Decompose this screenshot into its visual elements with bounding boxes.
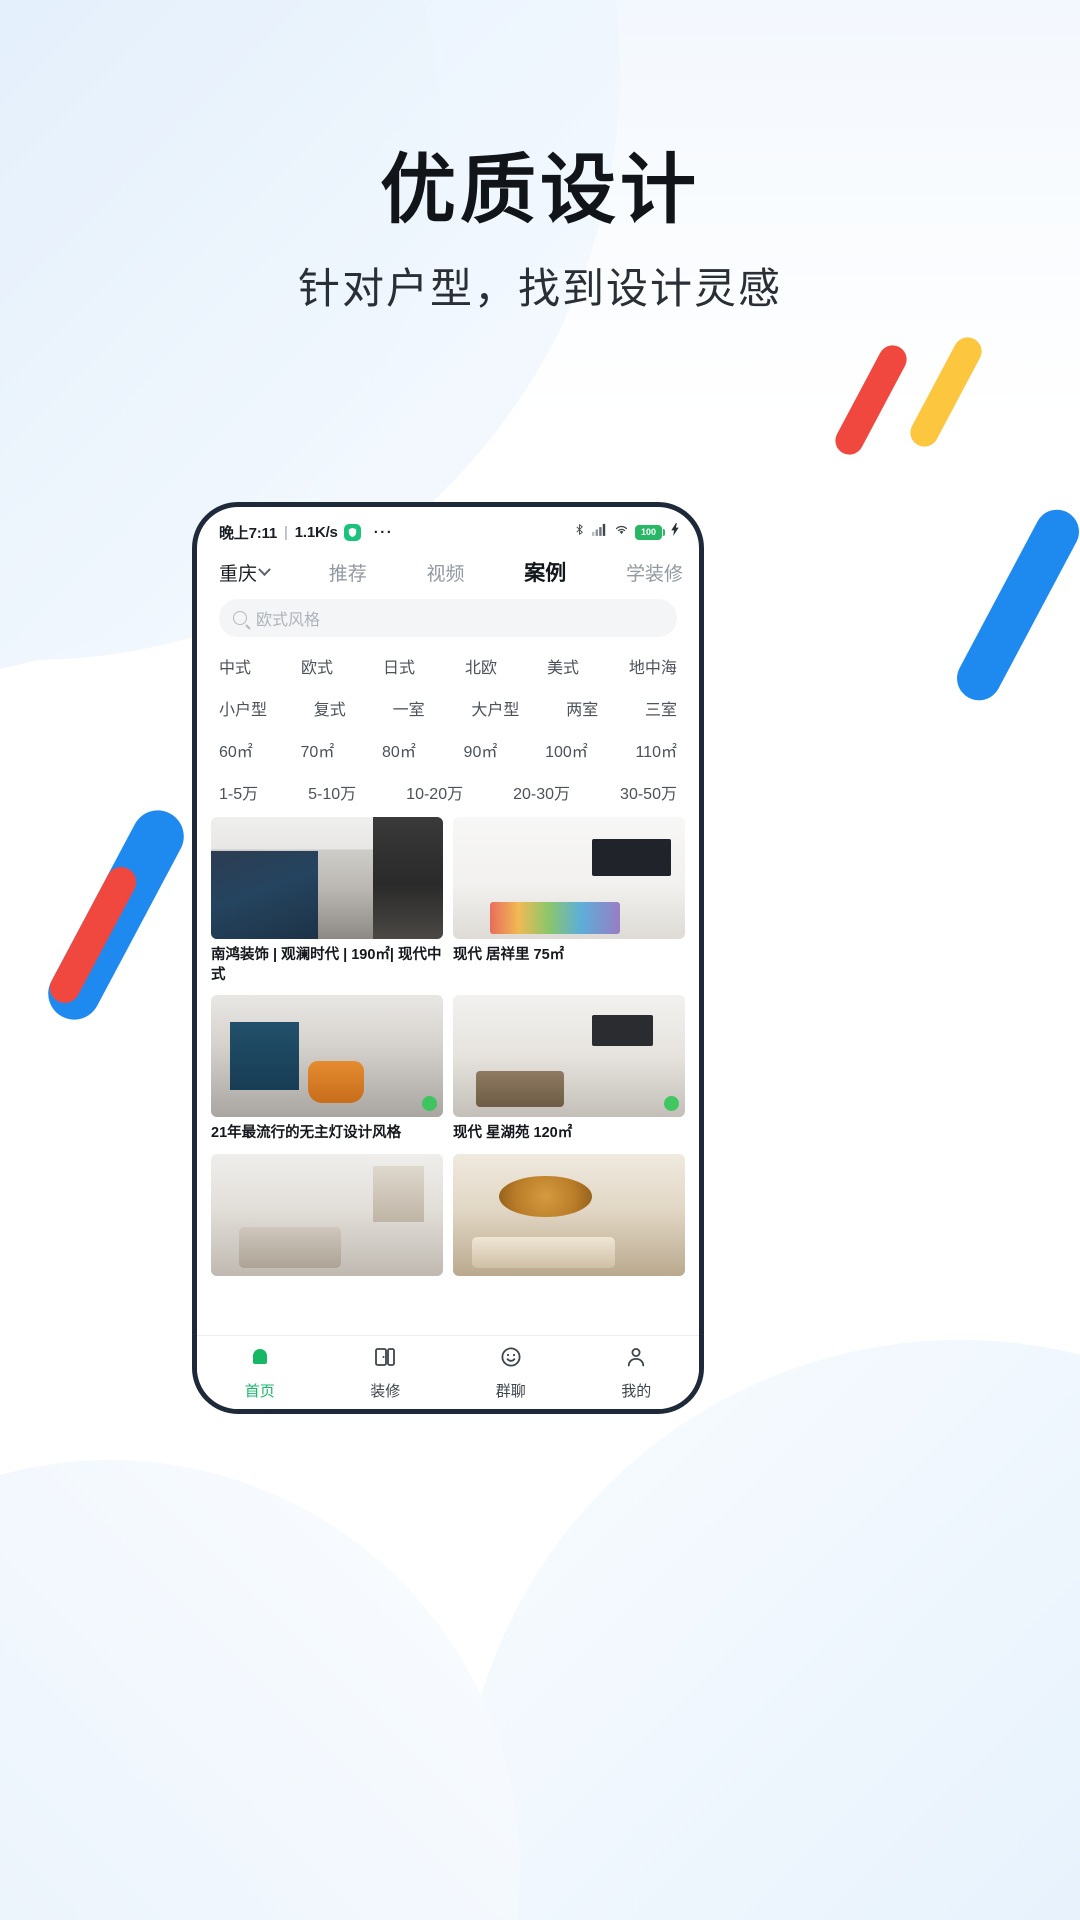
filter-chip-area-1[interactable]: 70㎡ [301, 738, 335, 762]
filter-row-layout: 小户型 复式 一室 大户型 两室 三室 [215, 687, 681, 729]
case-thumbnail[interactable] [453, 817, 685, 939]
decor-bar-blue-right [949, 501, 1080, 709]
bg-circle-bottom-right [460, 1340, 1080, 1920]
filter-row-style: 中式 欧式 日式 北欧 美式 地中海 [215, 645, 681, 687]
bottom-nav-label: 我的 [621, 1382, 652, 1400]
signal-bars-icon [592, 523, 608, 541]
status-netspeed: 1.1K/s [294, 523, 338, 541]
chat-smile-icon [499, 1345, 523, 1374]
search-input[interactable]: 欧式风格 [219, 599, 677, 637]
case-title: 现代 居祥里 75㎡ [453, 947, 565, 963]
bottom-nav-renovation[interactable]: 装修 [323, 1336, 449, 1409]
filter-row-area: 60㎡ 70㎡ 80㎡ 90㎡ 100㎡ 110㎡ [215, 729, 681, 771]
bluetooth-icon [573, 522, 586, 542]
filter-chip-style-1[interactable]: 欧式 [301, 654, 333, 678]
filter-chip-area-0[interactable]: 60㎡ [219, 738, 253, 762]
bottom-nav-profile[interactable]: 我的 [574, 1336, 700, 1409]
city-label: 重庆 [219, 563, 258, 585]
filter-chip-style-3[interactable]: 北欧 [465, 654, 497, 678]
hero-heading-block: 优质设计 针对户型，找到设计灵感 [0, 0, 1080, 316]
case-card[interactable] [453, 1153, 685, 1276]
case-feed[interactable]: 南鸿装饰 | 观澜时代 | 190㎡| 现代中式 现代 居祥里 75㎡ 21年最… [197, 817, 699, 1335]
case-thumbnail[interactable] [211, 995, 443, 1118]
search-placeholder: 欧式风格 [256, 612, 321, 629]
status-bar-left: 晚上7:11 | 1.1K/s ··· [219, 522, 393, 543]
bottom-nav-chat[interactable]: 群聊 [448, 1336, 574, 1409]
case-photo-1 [211, 817, 443, 939]
case-title: 南鸿装饰 | 观澜时代 | 190㎡| 现代中式 [211, 947, 442, 983]
bottom-navigation: 首页 装修 群聊 我的 [197, 1335, 699, 1409]
case-card[interactable] [211, 1153, 443, 1276]
filter-chip-layout-3[interactable]: 大户型 [471, 696, 519, 720]
filter-chip-area-2[interactable]: 80㎡ [382, 738, 416, 762]
filter-chip-style-4[interactable]: 美式 [547, 654, 579, 678]
bottom-nav-home[interactable]: 首页 [197, 1336, 323, 1409]
filter-chip-area-4[interactable]: 100㎡ [545, 738, 588, 762]
battery-level: 100 [635, 524, 662, 540]
home-icon [248, 1345, 272, 1374]
filter-chip-budget-4[interactable]: 30-50万 [620, 780, 677, 804]
search-section: 欧式风格 [197, 593, 699, 637]
filter-chip-style-0[interactable]: 中式 [219, 654, 251, 678]
tab-learn-renovation[interactable]: 学装修 [626, 559, 683, 586]
case-thumbnail[interactable] [211, 1153, 443, 1276]
bottom-nav-label: 群聊 [495, 1382, 526, 1400]
filter-chip-area-5[interactable]: 110㎡ [635, 738, 677, 762]
bottom-nav-label: 首页 [244, 1382, 275, 1400]
chevron-down-icon [258, 562, 271, 576]
status-separator: | [284, 523, 288, 541]
city-selector[interactable]: 重庆 [219, 559, 271, 586]
case-photo-3 [211, 995, 443, 1118]
tab-recommend[interactable]: 推荐 [329, 559, 367, 586]
tab-cases[interactable]: 案例 [524, 557, 566, 587]
case-photo-4 [453, 995, 685, 1118]
filter-row-budget: 1-5万 5-10万 10-20万 20-30万 30-50万 [215, 771, 681, 813]
filter-chip-layout-2[interactable]: 一室 [393, 696, 425, 720]
phone-mockup: 晚上7:11 | 1.1K/s ··· 100 重庆 推荐 视频 案例 学装修 … [192, 502, 704, 1414]
case-photo-6 [453, 1153, 685, 1276]
tab-video[interactable]: 视频 [427, 559, 465, 586]
filter-chip-layout-0[interactable]: 小户型 [219, 696, 267, 720]
battery-indicator: 100 [635, 524, 665, 540]
bg-circle-bottom-left [0, 1460, 520, 1920]
case-card[interactable]: 现代 星湖苑 120㎡ [453, 995, 685, 1144]
charging-bolt-icon [671, 523, 679, 541]
status-more-icon: ··· [373, 523, 394, 541]
case-thumbnail[interactable] [453, 995, 685, 1118]
filter-chip-groups: 中式 欧式 日式 北欧 美式 地中海 小户型 复式 一室 大户型 两室 三室 6… [197, 637, 699, 817]
case-card[interactable]: 现代 居祥里 75㎡ [453, 817, 685, 985]
case-photo-2 [453, 817, 685, 939]
page-title: 优质设计 [380, 148, 700, 233]
filter-chip-layout-4[interactable]: 两室 [566, 696, 598, 720]
filter-chip-area-3[interactable]: 90㎡ [464, 738, 498, 762]
filter-chip-layout-5[interactable]: 三室 [645, 696, 677, 720]
case-card[interactable]: 21年最流行的无主灯设计风格 [211, 995, 443, 1144]
status-bar-right: 100 [573, 522, 679, 542]
top-navigation-tabs: 重庆 推荐 视频 案例 学装修 [197, 547, 699, 593]
status-time: 晚上7:11 [219, 524, 277, 542]
status-bar: 晚上7:11 | 1.1K/s ··· 100 [197, 507, 699, 547]
page-subtitle: 针对户型，找到设计灵感 [297, 265, 782, 313]
case-title: 现代 星湖苑 120㎡ [453, 1125, 573, 1142]
wifi-icon [614, 523, 629, 541]
case-thumbnail[interactable] [453, 1153, 685, 1276]
filter-chip-budget-1[interactable]: 5-10万 [308, 780, 356, 804]
shield-icon [343, 523, 361, 541]
search-icon [233, 611, 247, 625]
filter-chip-style-5[interactable]: 地中海 [629, 654, 677, 678]
filter-chip-budget-0[interactable]: 1-5万 [219, 780, 258, 804]
battery-tip [663, 528, 665, 536]
filter-chip-budget-2[interactable]: 10-20万 [406, 780, 463, 804]
person-icon [624, 1345, 648, 1374]
renovation-icon [373, 1345, 397, 1374]
bottom-nav-label: 装修 [370, 1382, 401, 1400]
case-photo-5 [211, 1153, 443, 1276]
case-thumbnail[interactable] [211, 817, 443, 939]
filter-chip-layout-1[interactable]: 复式 [314, 696, 346, 720]
filter-chip-style-2[interactable]: 日式 [383, 654, 415, 678]
case-grid: 南鸿装饰 | 观澜时代 | 190㎡| 现代中式 现代 居祥里 75㎡ 21年最… [211, 817, 685, 1286]
case-title: 21年最流行的无主灯设计风格 [211, 1125, 402, 1142]
case-card[interactable]: 南鸿装饰 | 观澜时代 | 190㎡| 现代中式 [211, 817, 443, 985]
filter-chip-budget-3[interactable]: 20-30万 [513, 780, 570, 804]
